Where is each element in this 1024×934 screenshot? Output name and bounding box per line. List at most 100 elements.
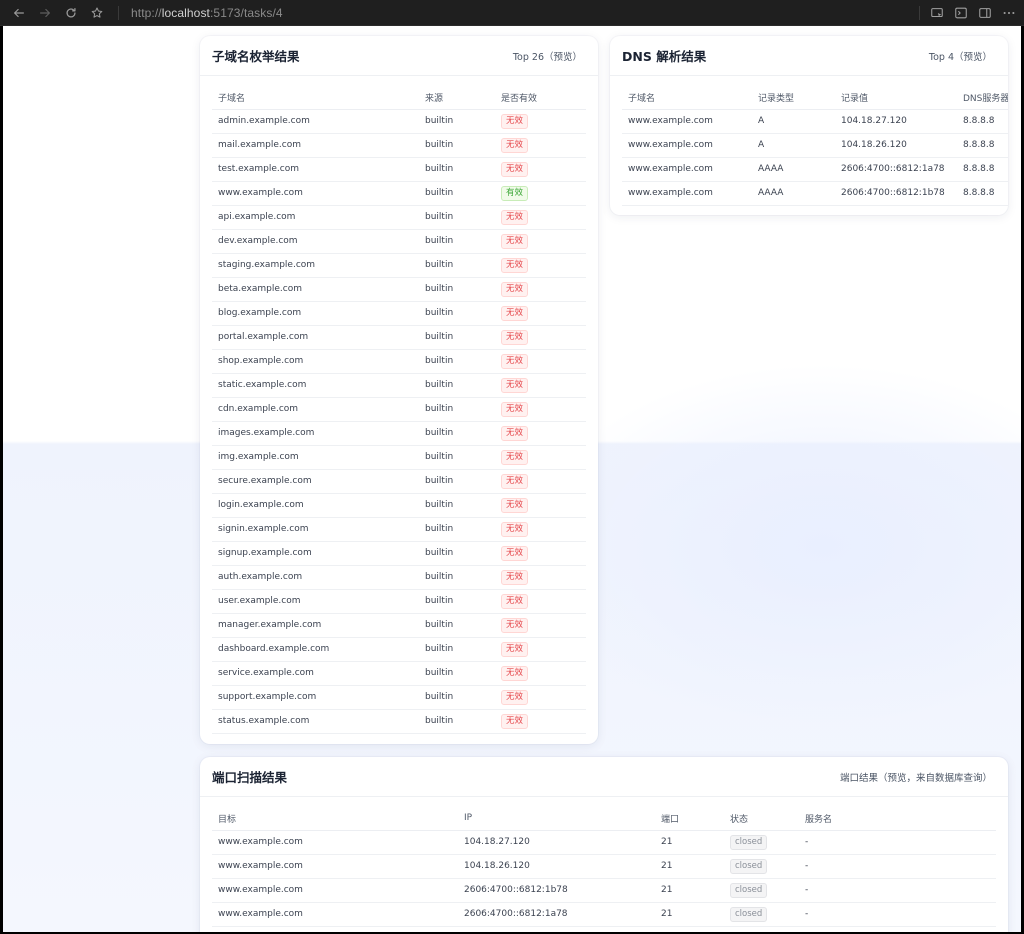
page-viewport: 子域名枚举结果 Top 26（预览） 子域名 来源 是否有效 admin.exa… (3, 26, 1021, 932)
status-badge: 无效 (501, 521, 529, 537)
cast-button[interactable] (930, 6, 944, 20)
terminal-button[interactable] (954, 6, 968, 20)
subdomain-cell: dashboard.example.com (212, 637, 419, 662)
source-cell: builtin (419, 565, 495, 590)
subdomain-cell: login.example.com (212, 493, 419, 518)
table-row: cdn.example.com builtin 无效 (212, 397, 586, 422)
status-badge: 无效 (501, 329, 529, 345)
table-row: blog.example.com builtin 无效 (212, 301, 586, 326)
status-badge: 无效 (501, 497, 529, 513)
service-cell: - (799, 830, 996, 855)
subdomain-cell: static.example.com (212, 373, 419, 398)
dns-server-cell: 8.8.8.8 (957, 109, 1008, 134)
state-cell: closed (724, 854, 799, 879)
status-badge: 无效 (501, 281, 529, 297)
source-cell: builtin (419, 613, 495, 638)
target-cell: www.example.com (212, 902, 458, 927)
subdomain-cell: secure.example.com (212, 469, 419, 494)
source-cell: builtin (419, 325, 495, 350)
terminal-icon (955, 7, 967, 18)
source-cell: builtin (419, 349, 495, 374)
validity-cell: 无效 (495, 541, 586, 566)
subdomain-cell: test.example.com (212, 157, 419, 182)
service-cell: - (799, 902, 996, 927)
table-row: www.example.com 104.18.27.120 21 closed - (212, 830, 996, 855)
ip-cell: 104.18.27.120 (458, 830, 655, 855)
column-header: IP (458, 807, 655, 831)
subdomain-cell: shop.example.com (212, 349, 419, 374)
validity-cell: 无效 (495, 421, 586, 446)
subdomain-cell: beta.example.com (212, 277, 419, 302)
table-row: secure.example.com builtin 无效 (212, 469, 586, 494)
status-badge: closed (730, 882, 768, 898)
table-row: www.example.com A 104.18.26.120 8.8.8.8 (622, 133, 1008, 158)
source-cell: builtin (419, 277, 495, 302)
record-value-cell: 104.18.26.120 (835, 133, 957, 158)
card-header: 子域名枚举结果 Top 26（预览） (200, 36, 598, 76)
source-cell: builtin (419, 685, 495, 710)
column-header: 端口 (655, 807, 724, 831)
validity-cell: 无效 (495, 325, 586, 350)
record-type-cell: A (752, 109, 835, 134)
source-cell: builtin (419, 181, 495, 206)
toolbar-divider (118, 5, 119, 20)
validity-cell: 无效 (495, 493, 586, 518)
source-cell: builtin (419, 421, 495, 446)
url-rest: :5173/tasks/4 (209, 5, 283, 20)
target-cell: www.example.com (212, 830, 458, 855)
table-row: portal.example.com builtin 无效 (212, 325, 586, 350)
status-badge: closed (730, 834, 768, 850)
table-row: test.example.com builtin 无效 (212, 157, 586, 182)
status-badge: 无效 (501, 233, 529, 249)
table-row: images.example.com builtin 无效 (212, 421, 586, 446)
subdomain-cell: www.example.com (212, 181, 419, 206)
subdomain-cell: images.example.com (212, 421, 419, 446)
sidebar-toggle-button[interactable] (978, 6, 992, 20)
source-cell: builtin (419, 709, 495, 734)
card-extra: 端口结果（预览，来自数据库查询） (839, 772, 992, 784)
source-cell: builtin (419, 373, 495, 398)
state-cell: closed (724, 902, 799, 927)
status-badge: 无效 (501, 473, 529, 489)
validity-cell: 无效 (495, 469, 586, 494)
state-cell: closed (724, 830, 799, 855)
subdomain-cell: img.example.com (212, 445, 419, 470)
column-header: 子域名 (212, 86, 419, 110)
subdomain-cell: api.example.com (212, 205, 419, 230)
column-header: 目标 (212, 807, 458, 831)
table-row: api.example.com builtin 无效 (212, 205, 586, 230)
column-header: 状态 (724, 807, 799, 831)
source-cell: builtin (419, 229, 495, 254)
record-value-cell: 104.18.27.120 (835, 109, 957, 134)
subdomain-cell: user.example.com (212, 589, 419, 614)
validity-cell: 无效 (495, 277, 586, 302)
status-badge: 无效 (501, 137, 529, 153)
validity-cell: 无效 (495, 709, 586, 734)
url-host: localhost (161, 5, 210, 20)
subdomain-table: 子域名 来源 是否有效 admin.example.com builtin 无效 ma… (212, 86, 586, 734)
back-button[interactable] (10, 4, 28, 22)
status-badge: 无效 (501, 353, 529, 369)
dns-server-cell: 8.8.8.8 (957, 181, 1008, 206)
validity-cell: 无效 (495, 109, 586, 134)
table-row: www.example.com A 104.18.27.120 8.8.8.8 (622, 109, 1008, 134)
forward-button[interactable] (36, 4, 54, 22)
dns-server-cell: 8.8.8.8 (957, 133, 1008, 158)
validity-cell: 无效 (495, 229, 586, 254)
card-extra: Top 26（预览） (512, 51, 582, 63)
column-header: 子域名 (622, 86, 752, 110)
status-badge: 无效 (501, 569, 529, 585)
table-header-row: 子域名 来源 是否有效 (212, 86, 586, 110)
port-scan-results-card: 端口扫描结果 端口结果（预览，来自数据库查询） 目标 IP 端口 状态 服务名 … (200, 757, 1008, 932)
validity-cell: 无效 (495, 517, 586, 542)
source-cell: builtin (419, 469, 495, 494)
address-bar[interactable]: http://localhost:5173/tasks/4 (131, 6, 283, 20)
table-row: dashboard.example.com builtin 无效 (212, 637, 586, 662)
status-badge: 无效 (501, 641, 529, 657)
subdomain-cell: dev.example.com (212, 229, 419, 254)
reload-button[interactable] (62, 4, 80, 22)
more-menu-button[interactable] (1002, 6, 1016, 20)
subdomain-cell: cdn.example.com (212, 397, 419, 422)
bookmark-button[interactable] (88, 4, 106, 22)
table-row: img.example.com builtin 无效 (212, 445, 586, 470)
